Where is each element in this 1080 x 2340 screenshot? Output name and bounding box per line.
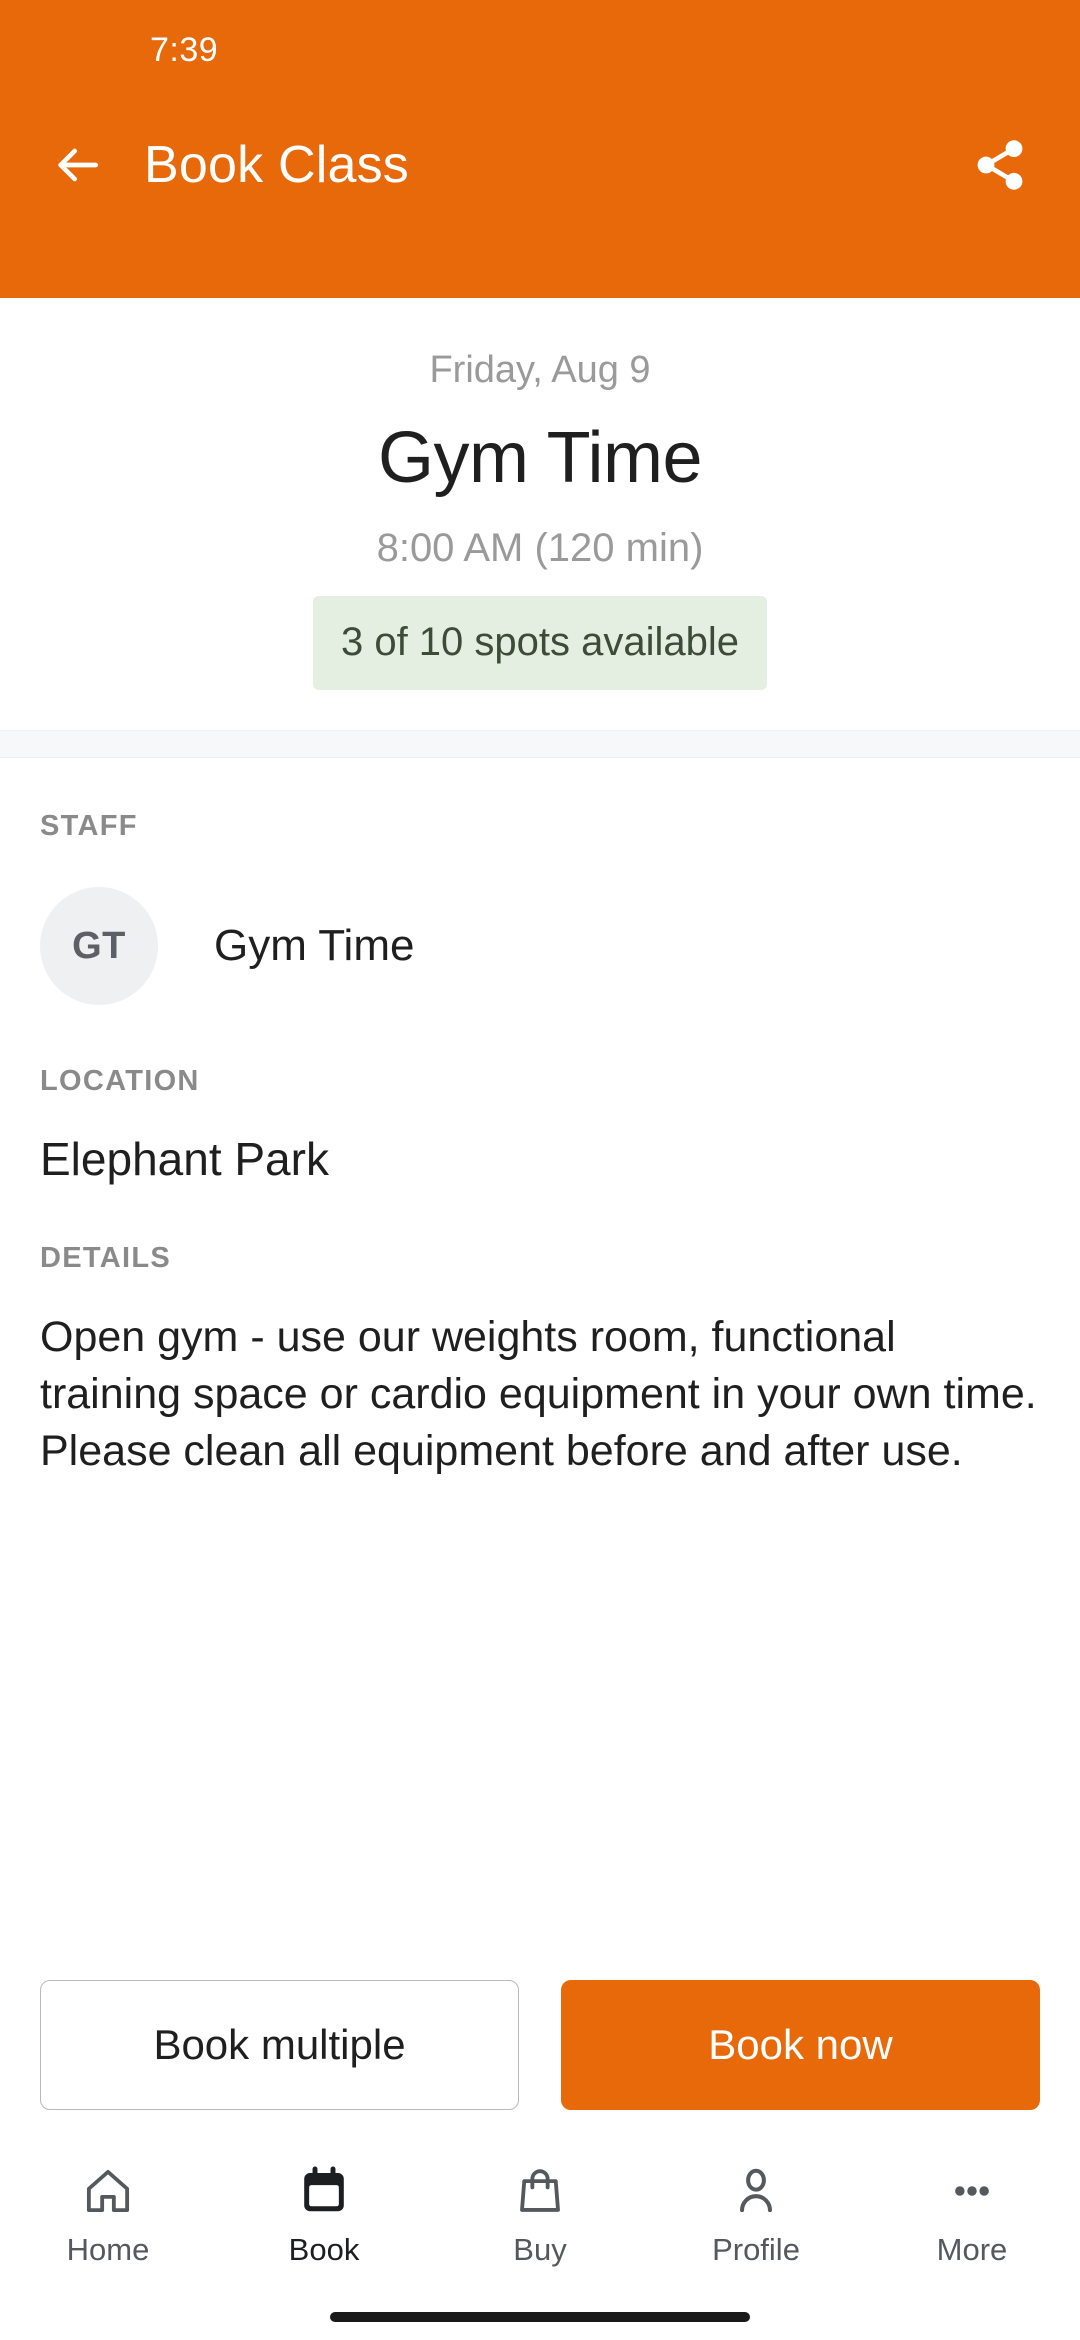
home-indicator[interactable] [330,2312,750,2322]
share-icon[interactable] [968,133,1032,197]
location-section: LOCATION Elephant Park [40,1005,1040,1186]
details-text: Open gym - use our weights room, functio… [40,1313,1073,1475]
book-now-button[interactable]: Book now [561,1980,1040,2110]
nav-label-more: More [936,2232,1008,2267]
nav-item-home[interactable]: Home [0,2160,216,2265]
staff-row[interactable]: GT Gym Time [40,887,1040,1006]
ellipsis-icon [945,2160,999,2222]
top-bar: 7:39 Book Class [0,0,1080,298]
section-divider [0,730,1080,759]
nav-item-buy[interactable]: Buy [432,2160,648,2265]
nav-item-book[interactable]: Book [216,2160,432,2265]
spots-available-badge: 3 of 10 spots available [312,596,768,691]
nav-label-profile: Profile [712,2232,800,2267]
action-buttons: Book multiple Book now [0,1980,1080,2110]
class-name: Gym Time [377,417,703,498]
book-class-screen: 7:39 Book Class Friday, Aug 9 Gym Time 8… [0,0,1080,2340]
staff-section: STAFF GT Gym Time [40,758,1040,1006]
avatar: GT [40,887,158,1006]
staff-section-label: STAFF [40,810,138,843]
nav-label-home: Home [66,2232,150,2267]
location-section-label: LOCATION [40,1065,200,1098]
home-icon [81,2160,135,2222]
shopping-bag-icon [513,2160,567,2222]
arrow-left-icon[interactable] [48,136,106,194]
location-value: Elephant Park [40,1133,329,1186]
home-indicator-area [0,2294,1080,2340]
page-title: Book Class [144,136,409,194]
app-bar: Book Class [0,100,1080,298]
calendar-icon [297,2160,351,2222]
nav-item-more[interactable]: More [864,2160,1080,2265]
status-bar-time: 7:39 [150,30,219,69]
nav-item-profile[interactable]: Profile [648,2160,864,2265]
class-time-duration: 8:00 AM (120 min) [376,526,704,571]
details-section: DETAILS Open gym - use our weights room,… [40,1186,1040,1479]
class-summary: Friday, Aug 9 Gym Time 8:00 AM (120 min)… [0,298,1080,731]
book-multiple-button[interactable]: Book multiple [40,1980,519,2110]
class-details-content: STAFF GT Gym Time LOCATION Elephant Park… [0,758,1080,1980]
class-date: Friday, Aug 9 [429,349,651,391]
nav-label-buy: Buy [513,2232,567,2267]
bottom-navigation: Home Book Buy Profile More [0,2144,1080,2294]
person-icon [729,2160,783,2222]
status-bar: 7:39 [0,0,1080,100]
nav-label-book: Book [288,2232,360,2267]
details-section-label: DETAILS [40,1242,172,1275]
staff-name: Gym Time [214,921,415,971]
